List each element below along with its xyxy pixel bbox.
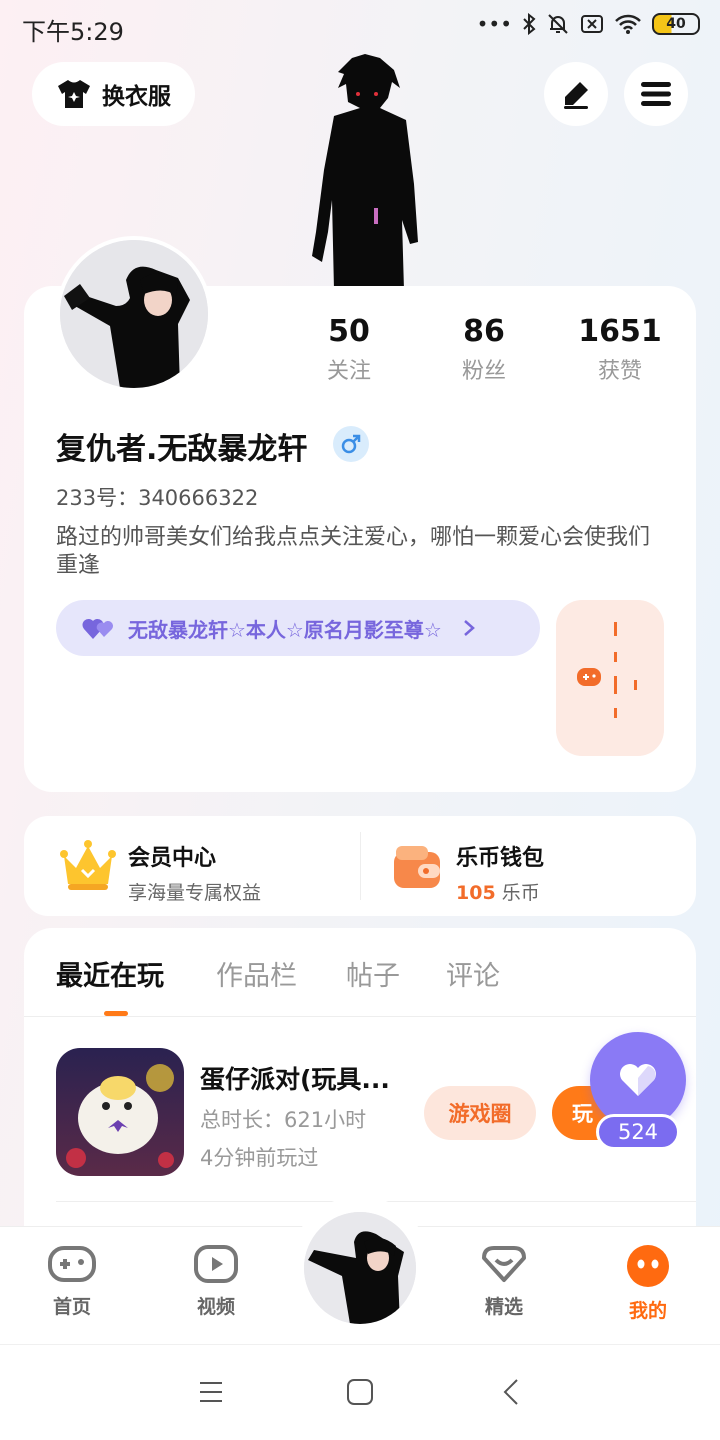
heart-double-icon xyxy=(82,618,113,639)
mute-bell-icon xyxy=(548,14,568,34)
bio-text: 路过的帅哥美女们给我点点关注爱心，哪怕一颗爱心会使我们重逢 xyxy=(56,525,651,578)
nav-avatar-image xyxy=(304,1212,416,1324)
nameplate-text: 无敌暴龙轩☆本人☆原名月影至尊☆ xyxy=(128,617,442,642)
face-icon xyxy=(627,1245,669,1287)
chevron-right-icon xyxy=(463,620,475,636)
game-add-icon xyxy=(577,668,601,686)
character-silhouette xyxy=(312,54,418,290)
nameplate-button[interactable]: 无敌暴龙轩☆本人☆原名月影至尊☆ xyxy=(56,600,540,656)
like-count: 524 xyxy=(596,1114,680,1150)
vip-title: 会员中心 xyxy=(128,846,217,871)
stat-following[interactable]: 50 关注 xyxy=(289,314,409,385)
avatar-character-image xyxy=(60,240,208,388)
game-circle-button[interactable]: 游戏圈 xyxy=(424,1086,536,1140)
status-time: 下午5:29 xyxy=(22,18,124,46)
heart-icon xyxy=(620,1064,656,1096)
bluetooth-icon xyxy=(523,13,536,35)
vip-center-entry[interactable]: 会员中心 享海量专属权益 xyxy=(128,840,261,905)
tab-divider xyxy=(24,1016,696,1017)
wallet-entry[interactable]: 乐币钱包 105 乐币 xyxy=(456,840,544,905)
tab-comments[interactable]: 评论 xyxy=(446,954,500,993)
nav-featured[interactable]: 精选 xyxy=(454,1244,554,1319)
likes-label: 获赞 xyxy=(597,359,642,384)
vip-subtitle: 享海量专属权益 xyxy=(128,882,262,904)
sim-off-icon xyxy=(581,15,603,33)
stat-followers[interactable]: 86 粉丝 xyxy=(424,314,544,385)
nav-home[interactable]: 首页 xyxy=(22,1244,122,1319)
wallet-amount: 105 xyxy=(456,882,496,904)
nav-video-label: 视频 xyxy=(196,1296,235,1318)
nav-featured-label: 精选 xyxy=(484,1296,523,1318)
home-square-icon[interactable] xyxy=(346,1378,374,1406)
user-id: 233号：340666322 xyxy=(56,486,259,510)
heart-box-icon xyxy=(482,1246,526,1282)
likes-count: 1651 xyxy=(578,314,662,349)
game-title: 蛋仔派对(玩具... xyxy=(200,1065,390,1094)
clipped-label-marks xyxy=(614,622,637,718)
pen-icon xyxy=(564,82,588,109)
hamburger-icon xyxy=(641,82,671,106)
nav-video[interactable]: 视频 xyxy=(166,1244,266,1319)
status-icons: ••• 40 xyxy=(477,12,700,36)
tab-posts[interactable]: 帖子 xyxy=(346,954,400,993)
shirt-icon xyxy=(58,80,90,108)
recent-apps-icon[interactable] xyxy=(198,1380,224,1404)
male-gender-icon xyxy=(333,426,369,462)
game-last-played: 4分钟前玩过 xyxy=(200,1146,319,1170)
wifi-icon xyxy=(615,14,641,34)
video-icon xyxy=(194,1245,238,1283)
username: 复仇者.无敌暴龙轩 xyxy=(56,432,308,467)
crown-icon xyxy=(58,836,118,900)
change-outfit-label: 换衣服 xyxy=(102,84,171,110)
change-outfit-button[interactable]: 换衣服 xyxy=(32,62,195,126)
edit-profile-button[interactable] xyxy=(544,62,608,126)
wallet-unit: 乐币 xyxy=(501,882,540,904)
gamepad-icon xyxy=(48,1246,96,1282)
back-arrow-icon[interactable] xyxy=(502,1378,520,1406)
followers-label: 粉丝 xyxy=(461,359,506,384)
menu-button[interactable] xyxy=(624,62,688,126)
avatar[interactable] xyxy=(56,236,212,392)
game-duration: 总时长：621小时 xyxy=(200,1108,367,1132)
game-shortcut-card[interactable] xyxy=(556,600,664,756)
followers-count: 86 xyxy=(463,314,505,349)
vip-wallet-divider xyxy=(360,832,361,900)
battery-icon: 40 xyxy=(652,13,700,35)
tab-works[interactable]: 作品栏 xyxy=(216,954,297,993)
tab-recently-played[interactable]: 最近在玩 xyxy=(56,954,164,993)
game-icon[interactable] xyxy=(56,1048,184,1176)
nav-mine-label: 我的 xyxy=(628,1300,667,1322)
nav-home-label: 首页 xyxy=(52,1296,91,1318)
stat-likes[interactable]: 1651 获赞 xyxy=(560,314,680,385)
wallet-balance: 105 乐币 xyxy=(456,878,544,905)
following-label: 关注 xyxy=(326,359,371,384)
nav-center-avatar[interactable] xyxy=(304,1212,416,1324)
following-count: 50 xyxy=(328,314,370,349)
wallet-title: 乐币钱包 xyxy=(456,846,545,871)
nav-mine[interactable]: 我的 xyxy=(598,1244,698,1323)
more-dots-icon: ••• xyxy=(476,12,512,36)
wallet-icon xyxy=(390,840,444,898)
